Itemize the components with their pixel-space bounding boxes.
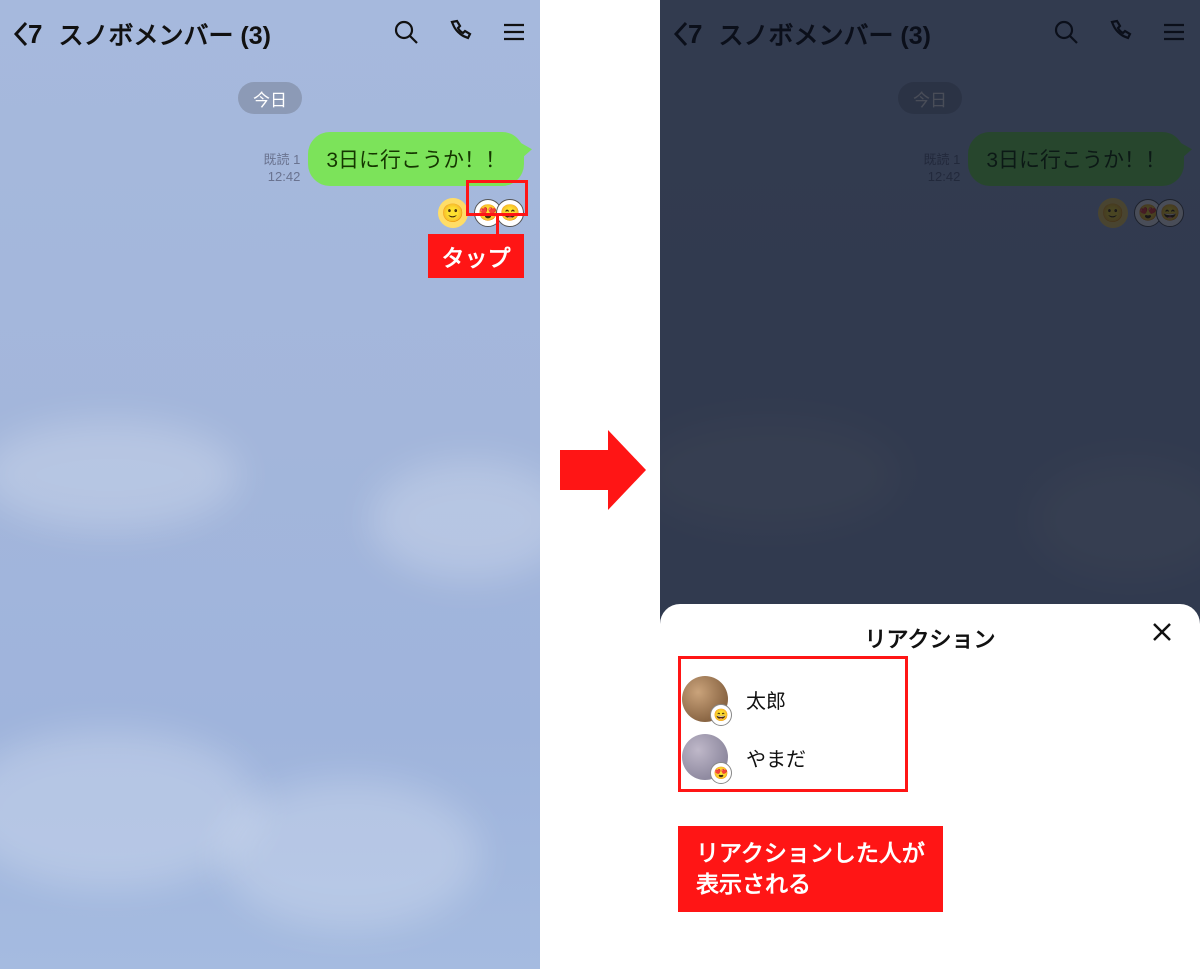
screenshot-left: 7 スノボメンバー (3) 今日 既読 1 12:42 3日に行こうか！！ 🙂	[0, 0, 540, 969]
phone-icon	[446, 18, 474, 46]
chat-header: 7 スノボメンバー (3)	[0, 0, 540, 68]
search-button[interactable]	[392, 18, 420, 51]
menu-icon	[500, 18, 528, 46]
date-separator: 今日	[238, 82, 302, 114]
sheet-title: リアクション	[865, 627, 996, 652]
annotation-tap-label: タップ	[428, 234, 524, 278]
search-icon	[392, 18, 420, 46]
message-meta: 既読 1 12:42	[263, 152, 300, 186]
add-reaction-button[interactable]: 🙂	[438, 198, 468, 228]
call-button[interactable]	[446, 18, 474, 51]
unread-count: 7	[28, 19, 42, 50]
transition-arrow-icon	[560, 430, 646, 510]
back-button[interactable]: 7	[12, 19, 42, 50]
annotation-explain-label: リアクションした人が 表示される	[678, 826, 943, 912]
annotation-connector	[496, 216, 499, 234]
read-status: 既読 1	[263, 152, 300, 169]
chat-title: スノボメンバー (3)	[58, 16, 271, 52]
annotation-highlight-userlist	[678, 656, 908, 792]
message-time: 12:42	[263, 169, 300, 186]
close-button[interactable]	[1150, 620, 1174, 649]
annotation-highlight-reactions	[466, 180, 528, 216]
menu-button[interactable]	[500, 18, 528, 51]
screenshot-right: 7 スノボメンバー (3) 今日 既読 1 12:42 3日に行こうか！！ 🙂	[660, 0, 1200, 969]
close-icon	[1150, 620, 1174, 644]
message-bubble[interactable]: 3日に行こうか！！	[308, 132, 524, 186]
